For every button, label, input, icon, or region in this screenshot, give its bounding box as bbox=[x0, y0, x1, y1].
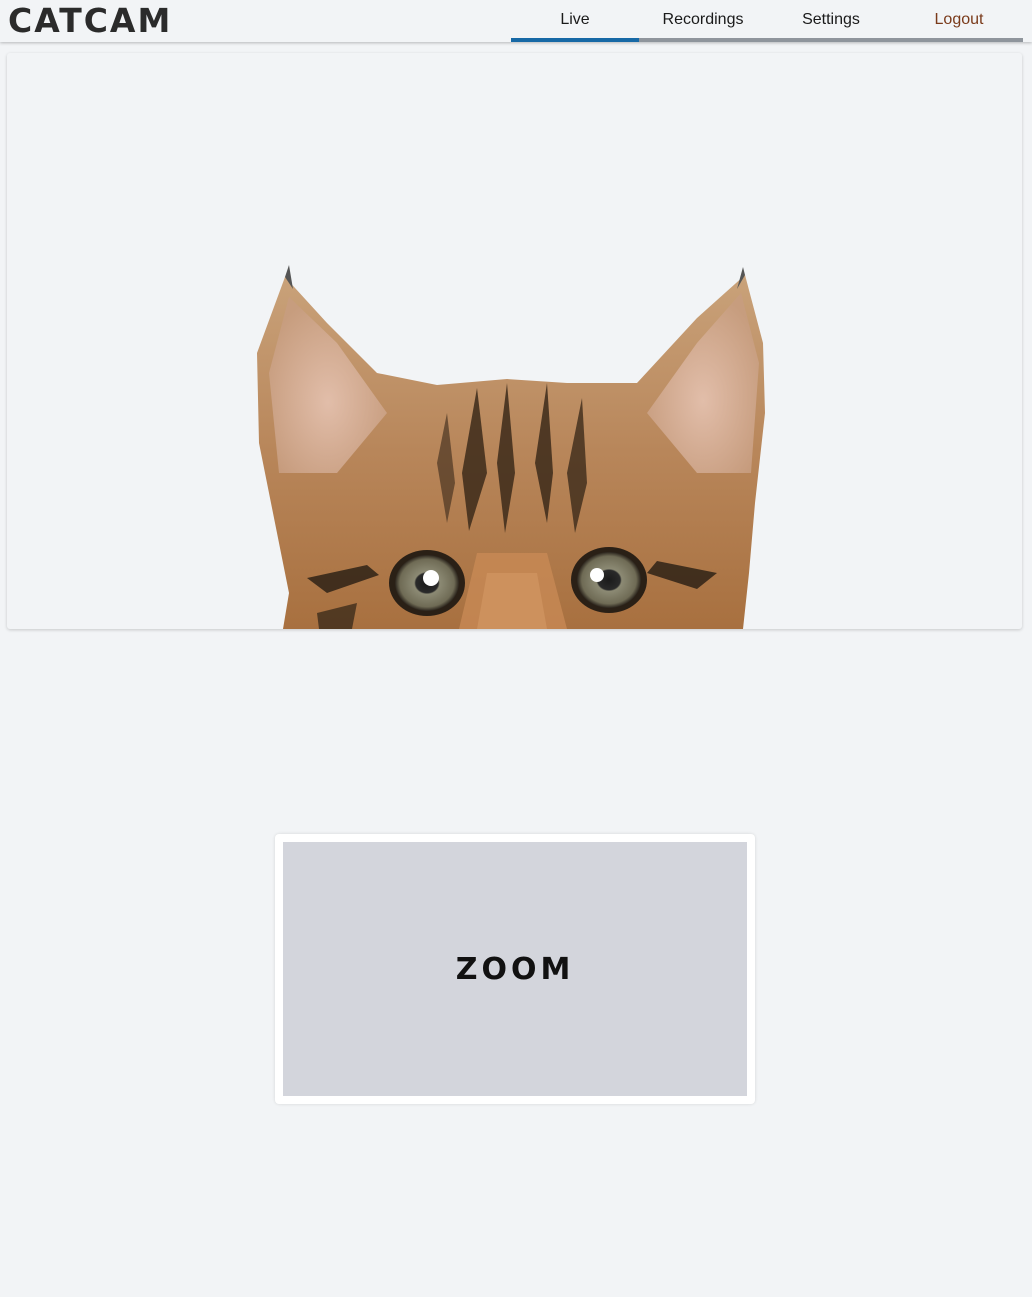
cat-peeking-image bbox=[257, 265, 765, 629]
tab-settings-label: Settings bbox=[802, 11, 860, 28]
tab-live[interactable]: Live bbox=[511, 0, 639, 42]
tab-settings-indicator bbox=[767, 38, 895, 42]
tab-logout[interactable]: Logout bbox=[895, 0, 1023, 42]
tab-live-indicator bbox=[511, 38, 639, 42]
zoom-label: ZOOM bbox=[455, 951, 575, 987]
zoom-button[interactable]: ZOOM bbox=[283, 842, 747, 1096]
tab-recordings[interactable]: Recordings bbox=[639, 0, 767, 42]
app-logo[interactable]: CATCAM bbox=[8, 2, 172, 40]
tab-recordings-indicator bbox=[639, 38, 767, 42]
tab-logout-indicator bbox=[895, 38, 1023, 42]
main-nav: Live Recordings Settings Logout bbox=[511, 0, 1023, 42]
tab-logout-label: Logout bbox=[934, 11, 984, 28]
tab-recordings-label: Recordings bbox=[662, 11, 744, 28]
top-bar: CATCAM Live Recordings Settings Logout bbox=[0, 0, 1032, 42]
live-video-panel[interactable] bbox=[7, 53, 1022, 629]
tab-live-label: Live bbox=[560, 11, 590, 28]
tab-settings[interactable]: Settings bbox=[767, 0, 895, 42]
zoom-card: ZOOM bbox=[275, 834, 755, 1104]
